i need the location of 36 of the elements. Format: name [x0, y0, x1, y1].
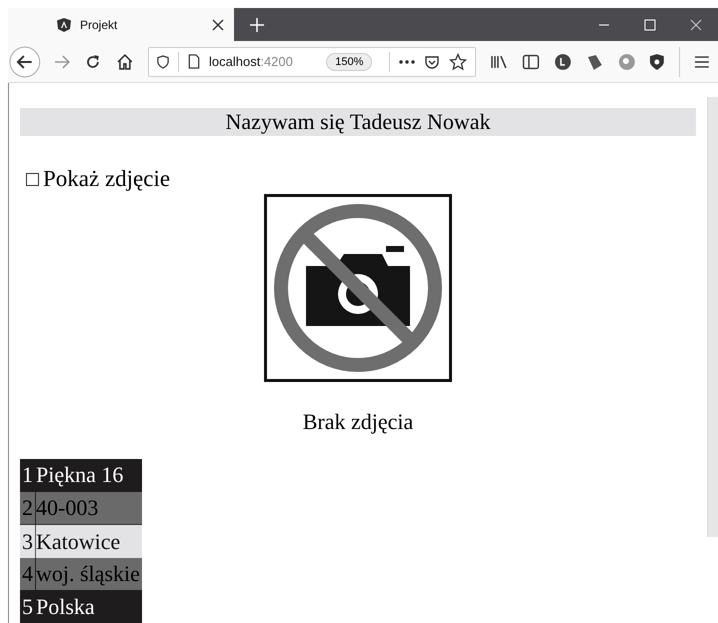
table-cell-text: 5 — [21, 592, 34, 621]
close-icon[interactable] — [212, 18, 224, 31]
sidebar-icon[interactable] — [522, 54, 540, 70]
shield-icon — [157, 54, 170, 69]
star-icon[interactable] — [449, 52, 468, 71]
checkbox-label[interactable]: Pokaż zdjęcie — [43, 166, 170, 192]
url-text: localhost:4200 — [209, 54, 294, 70]
address-field[interactable]: localhost:4200 150% — [148, 46, 476, 77]
extension-icon[interactable] — [586, 52, 604, 71]
table-cell-text: 1 — [21, 461, 34, 490]
library-icon[interactable] — [490, 54, 508, 70]
page-heading: Nazywam się Tadeusz Nowak — [20, 108, 696, 136]
photo-caption: Brak zdjęcia — [302, 409, 414, 436]
scrollbar[interactable] — [707, 97, 718, 538]
table-cell-text: Piękna 16 — [36, 461, 124, 490]
shield-icon[interactable] — [649, 52, 666, 71]
browser-tab[interactable]: Projekt — [8, 8, 234, 42]
table-cell-text: woj. śląskie — [36, 560, 141, 588]
forward-icon[interactable] — [52, 52, 70, 71]
new-tab-icon[interactable] — [250, 18, 264, 32]
zoom-level[interactable]: 150% — [326, 52, 372, 71]
table-cell-text: Polska — [36, 592, 96, 621]
tab-title: Projekt — [80, 18, 118, 32]
maximize-icon[interactable] — [644, 18, 656, 31]
shield-logo-icon — [56, 16, 72, 33]
page-icon — [188, 54, 200, 70]
table-cell-text: 40-003 — [36, 494, 100, 522]
extension-icon[interactable] — [554, 52, 572, 71]
table-cell-text: Katowice — [36, 528, 122, 556]
more-icon[interactable] — [399, 60, 416, 64]
checkbox[interactable] — [26, 172, 39, 186]
pocket-icon[interactable] — [424, 54, 440, 70]
back-icon[interactable] — [9, 46, 41, 78]
no-camera-icon — [264, 194, 452, 382]
home-icon[interactable] — [116, 52, 134, 71]
menu-icon[interactable] — [694, 54, 710, 69]
